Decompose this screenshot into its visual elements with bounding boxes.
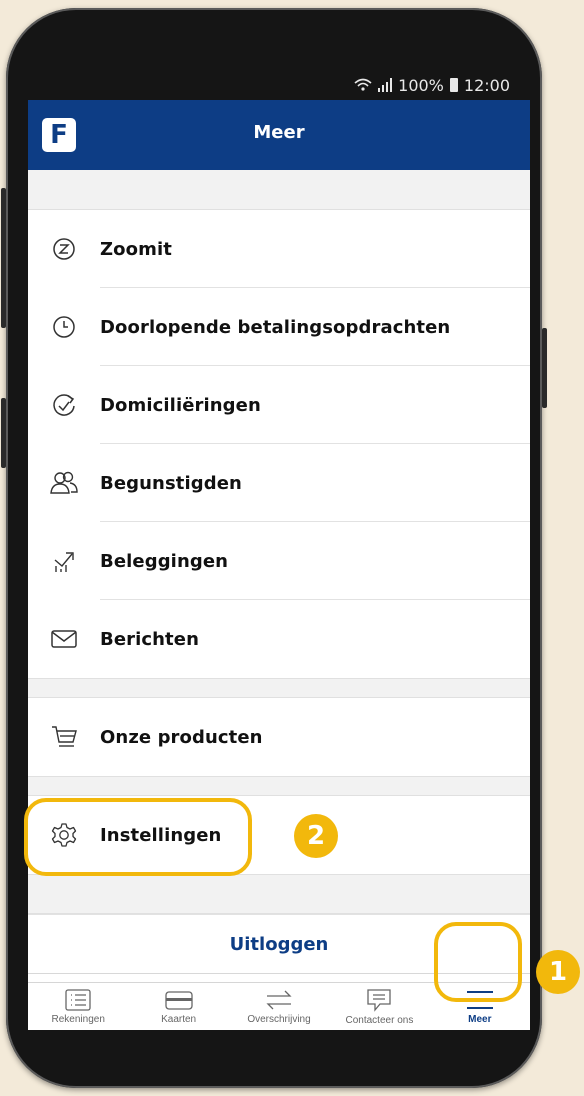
section-spacer xyxy=(28,678,530,698)
step-badge-1: 1 xyxy=(536,950,580,994)
menu-item-beneficiaries[interactable]: Begunstigden xyxy=(28,444,530,522)
menu-item-label: Berichten xyxy=(100,628,199,650)
tab-cards[interactable]: Kaarten xyxy=(128,983,228,1030)
section-spacer xyxy=(28,776,530,796)
tab-label: Kaarten xyxy=(161,1014,197,1025)
menu-item-label: Onze producten xyxy=(100,726,263,748)
screen: 100% 12:00 F Meer Zoomit Doorlopende bet… xyxy=(28,70,530,1030)
highlight-settings xyxy=(24,798,252,876)
tab-label: Meer xyxy=(468,1014,492,1025)
section-spacer xyxy=(28,170,530,210)
step-badge-2: 2 xyxy=(294,814,338,858)
card-icon xyxy=(164,991,193,1010)
menu-item-label: Doorlopende betalingsopdrachten xyxy=(100,316,451,338)
tab-label: Contacteer ons xyxy=(345,1015,414,1026)
zoomit-icon xyxy=(53,238,75,260)
menu-item-direct-debits[interactable]: Domiciliëringen xyxy=(28,366,530,444)
app-bar: F Meer xyxy=(28,100,530,170)
tab-transfer[interactable]: Overschrijving xyxy=(229,983,329,1030)
menu-item-messages[interactable]: Berichten xyxy=(28,600,530,678)
beneficiaries-icon xyxy=(50,471,78,494)
battery-icon xyxy=(449,78,458,92)
investments-chart-icon xyxy=(54,552,74,572)
menu-item-zoomit[interactable]: Zoomit xyxy=(28,210,530,288)
menu-item-label: Begunstigden xyxy=(100,472,242,494)
menu-item-label: Domiciliëringen xyxy=(100,394,261,416)
status-bar: 100% 12:00 xyxy=(28,70,530,100)
chat-icon xyxy=(367,989,392,1012)
transfer-arrows-icon xyxy=(266,990,292,1010)
page-title: Meer xyxy=(253,122,305,143)
power-button xyxy=(542,328,547,408)
bixby-button xyxy=(1,398,6,468)
menu-item-products[interactable]: Onze producten xyxy=(28,698,530,776)
signal-icon xyxy=(378,78,393,92)
menu-item-label: Zoomit xyxy=(100,238,172,260)
list-icon xyxy=(65,989,91,1011)
menu-item-standing-orders[interactable]: Doorlopende betalingsopdrachten xyxy=(28,288,530,366)
menu-item-label: Beleggingen xyxy=(100,550,229,572)
wifi-icon xyxy=(354,78,372,91)
clock-icon xyxy=(53,316,75,338)
tab-label: Overschrijving xyxy=(247,1014,311,1025)
menu-item-investments[interactable]: Beleggingen xyxy=(28,522,530,600)
cart-icon xyxy=(52,726,77,747)
tab-label: Rekeningen xyxy=(51,1014,105,1025)
envelope-icon xyxy=(51,630,77,648)
volume-button xyxy=(1,188,6,328)
tab-contact[interactable]: Contacteer ons xyxy=(329,983,429,1030)
highlight-more-tab xyxy=(434,922,522,1002)
battery-percent: 100% xyxy=(398,75,444,95)
recurring-check-icon xyxy=(53,394,75,416)
section-spacer xyxy=(28,874,530,914)
status-time: 12:00 xyxy=(463,75,510,95)
tab-accounts[interactable]: Rekeningen xyxy=(28,983,128,1030)
